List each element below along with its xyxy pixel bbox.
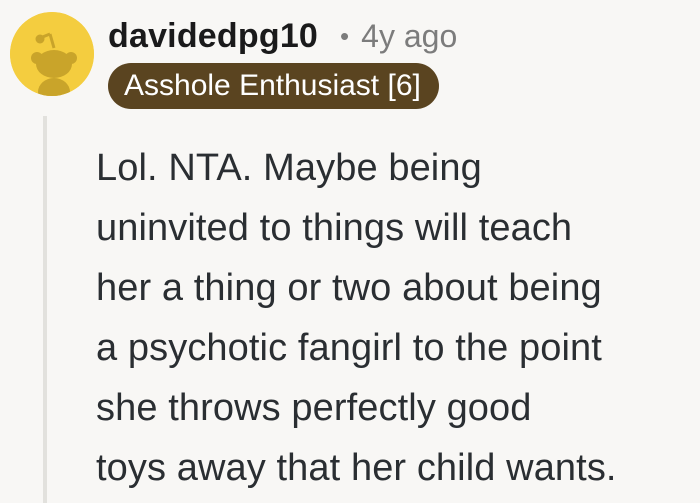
reddit-snoo-avatar-icon (10, 12, 94, 96)
comment: davidedpg10 • 4y ago Asshole Enthusiast … (0, 0, 700, 503)
comment-text-line: a psychotic fangirl to the point (96, 327, 602, 369)
comment-text-line: toys away that her child wants. (96, 447, 617, 489)
timestamp[interactable]: 4y ago (361, 18, 457, 55)
user-flair-badge: Asshole Enthusiast [6] (108, 63, 439, 109)
comment-body: Lol. NTA. Maybe being uninvited to thing… (96, 138, 686, 498)
comment-header: davidedpg10 • 4y ago (108, 12, 457, 60)
thread-line[interactable] (43, 116, 47, 503)
username[interactable]: davidedpg10 (108, 17, 318, 56)
separator-dot: • (340, 20, 350, 51)
comment-text-line: her a thing or two about being (96, 267, 602, 309)
comment-text-line: she throws perfectly good (96, 387, 532, 429)
comment-text-line: uninvited to things will teach (96, 207, 573, 249)
comment-text-line: Lol. NTA. Maybe being (96, 147, 482, 189)
avatar[interactable] (10, 12, 94, 96)
